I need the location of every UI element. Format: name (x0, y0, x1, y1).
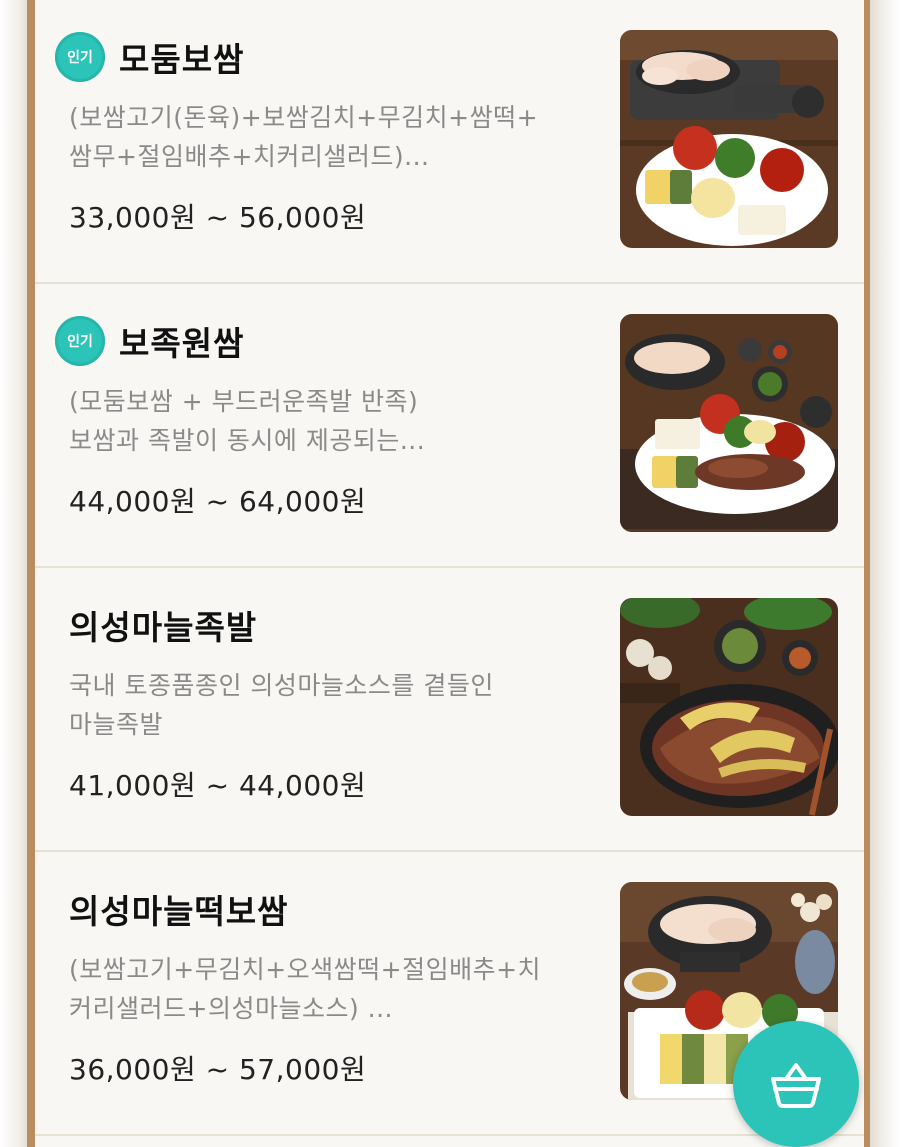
frame-left-margin (0, 0, 28, 1147)
menu-item-bojok-wonssam[interactable]: 인기 보족원쌈 (모둠보쌈 + 부드러운족발 반족) 보쌈과 족발이 동시에 제… (35, 284, 864, 568)
menu-item-name: 의성마늘족발 (69, 608, 258, 647)
menu-item-description-line: 국내 토종품종인 의성마늘소스를 곁들인 (69, 671, 494, 700)
menu-item-description: 국내 토종품종인 의성마늘소스를 곁들인 마늘족발 (69, 666, 599, 744)
menu-item-name: 모둠보쌈 (119, 40, 245, 79)
menu-item-modum-bossam[interactable]: 인기 모둠보쌈 (보쌈고기(돈육)+보쌈김치+무김치+쌈떡+ 쌈무+절임배추+치… (35, 0, 864, 284)
menu-item-photo[interactable] (620, 598, 838, 816)
menu-item-price: 33,000원 ~ 56,000원 (69, 201, 367, 234)
menu-item-title-row: 인기 보족원쌈 (55, 316, 244, 366)
menu-item-description-line: 마늘족발 (69, 710, 164, 739)
menu-item-photo[interactable] (620, 30, 838, 248)
menu-item-description-line: (보쌈고기+무김치+오색쌈떡+절임배추+치 (69, 955, 542, 984)
page-frame: 인기 모둠보쌈 (보쌈고기(돈육)+보쌈김치+무김치+쌈떡+ 쌈무+절임배추+치… (0, 0, 900, 1147)
menu-item-price: 41,000원 ~ 44,000원 (69, 769, 367, 802)
menu-item-description-line: 커리샐러드+의성마늘소스) ... (69, 994, 393, 1023)
cart-button[interactable] (733, 1021, 859, 1147)
menu-item-description: (보쌈고기+무김치+오색쌈떡+절임배추+치 커리샐러드+의성마늘소스) ... (69, 950, 599, 1028)
menu-item-garlic-jokbal[interactable]: 의성마늘족발 국내 토종품종인 의성마늘소스를 곁들인 마늘족발 41,000원… (35, 568, 864, 852)
popular-badge: 인기 (55, 316, 105, 366)
menu-item-title-row: 인기 모둠보쌈 (55, 32, 244, 82)
frame-left-border (27, 0, 35, 1147)
menu-item-description-line: 쌈무+절임배추+치커리샐러드)... (69, 142, 430, 171)
menu-item-description: (보쌈고기(돈육)+보쌈김치+무김치+쌈떡+ 쌈무+절임배추+치커리샐러드)..… (69, 98, 599, 176)
menu-item-description: (모둠보쌈 + 부드러운족발 반족) 보쌈과 족발이 동시에 제공되는... (69, 382, 599, 460)
menu-item-price: 36,000원 ~ 57,000원 (69, 1053, 367, 1086)
menu-item-description-line: (모둠보쌈 + 부드러운족발 반족) (69, 387, 419, 416)
menu-item-title-row: 의성마늘족발 (69, 600, 257, 650)
menu-item-photo[interactable] (620, 314, 838, 532)
menu-item-title-row: 의성마늘떡보쌈 (69, 884, 289, 934)
frame-right-margin (870, 0, 900, 1147)
menu-item-description-line: 보쌈과 족발이 동시에 제공되는... (69, 426, 426, 455)
menu-item-description-line: (보쌈고기(돈육)+보쌈김치+무김치+쌈떡+ (69, 103, 539, 132)
shopping-basket-icon (771, 1063, 821, 1108)
menu-item-name: 의성마늘떡보쌈 (69, 892, 289, 931)
menu-item-price: 44,000원 ~ 64,000원 (69, 485, 367, 518)
menu-item-name: 보족원쌈 (119, 324, 245, 363)
popular-badge: 인기 (55, 32, 105, 82)
menu-list: 인기 모둠보쌈 (보쌈고기(돈육)+보쌈김치+무김치+쌈떡+ 쌈무+절임배추+치… (35, 0, 864, 1147)
